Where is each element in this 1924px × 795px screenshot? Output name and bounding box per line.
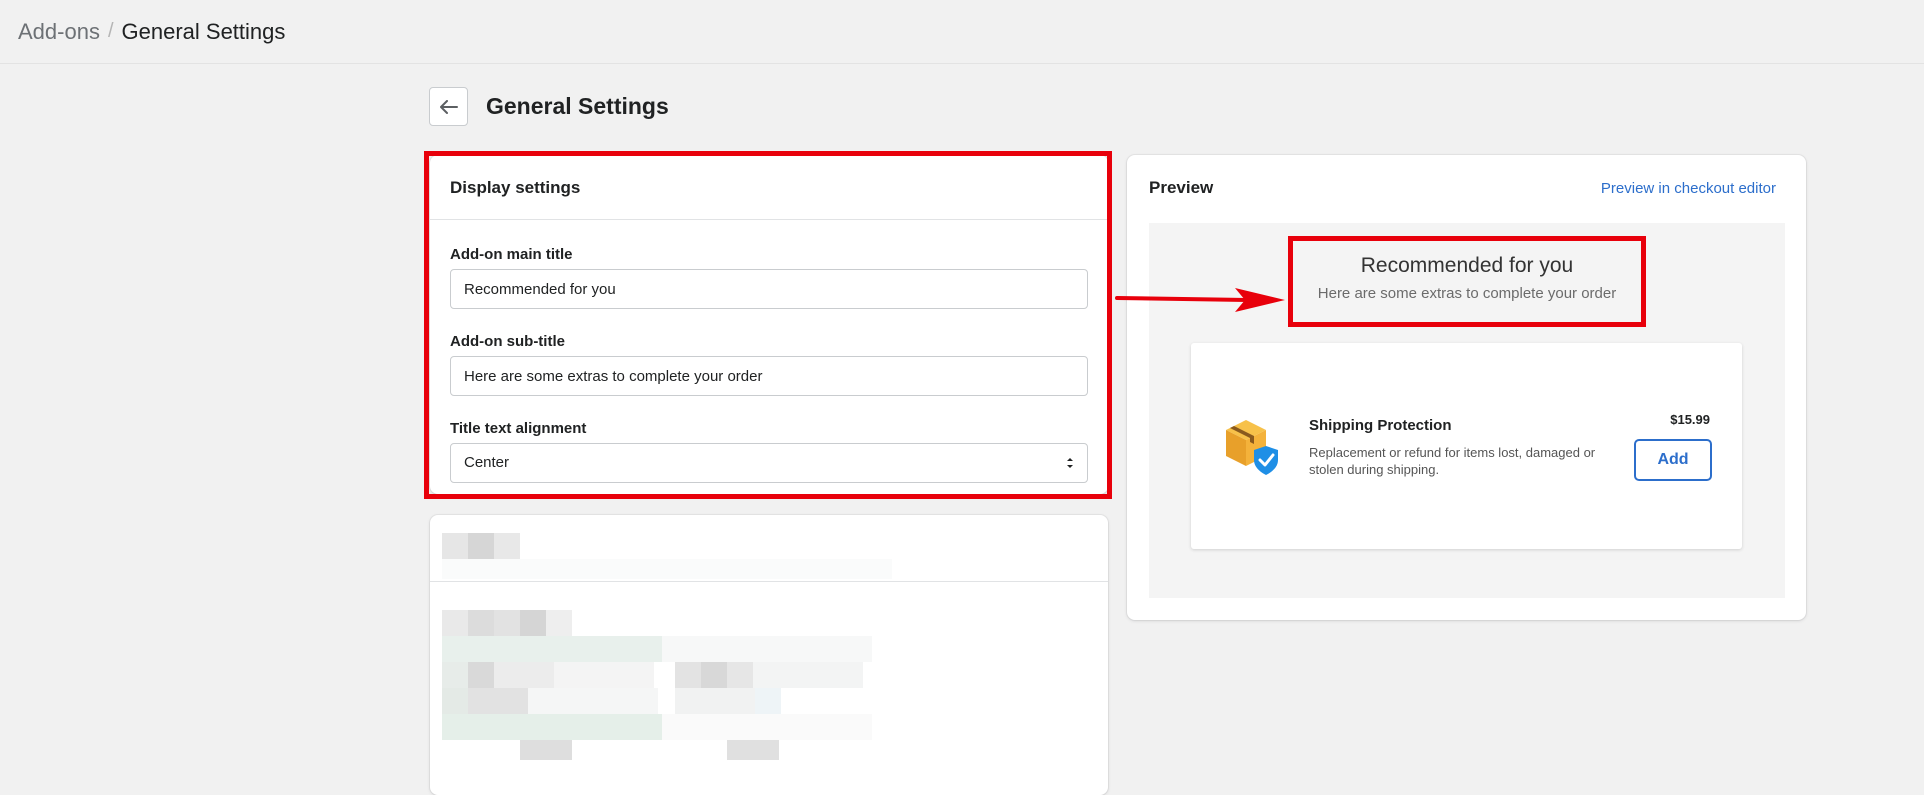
package-shield-icon	[1226, 420, 1278, 475]
page-title: General Settings	[486, 93, 669, 119]
alignment-label: Title text alignment	[450, 420, 587, 437]
main-title-label: Add-on main title	[450, 246, 573, 263]
back-button[interactable]	[429, 87, 468, 126]
alignment-selected-value: Center	[464, 454, 510, 471]
product-price: $15.99	[1670, 412, 1710, 427]
annotation-arrow-icon	[1115, 288, 1285, 312]
alignment-select[interactable]: Center	[450, 443, 1088, 483]
display-settings-heading: Display settings	[450, 178, 581, 197]
sub-title-field: Add-on sub-title	[430, 333, 1108, 396]
product-name: Shipping Protection	[1309, 417, 1452, 434]
breadcrumb-addons-link[interactable]: Add-ons	[18, 19, 100, 45]
breadcrumb: Add-ons / General Settings	[0, 0, 1924, 64]
add-product-button[interactable]: Add	[1634, 439, 1712, 481]
sub-title-input[interactable]	[450, 356, 1088, 396]
preview-heading: Preview	[1149, 178, 1214, 197]
redacted-settings-card	[430, 515, 1108, 795]
card-divider	[430, 219, 1108, 220]
alignment-field: Title text alignment Center	[430, 420, 1108, 483]
sub-title-label: Add-on sub-title	[450, 333, 565, 350]
breadcrumb-separator: /	[107, 20, 114, 42]
product-description: Replacement or refund for items lost, da…	[1309, 445, 1596, 477]
select-chevrons-icon	[1067, 458, 1073, 468]
preview-card: Preview Preview in checkout editor Recom…	[1127, 155, 1806, 620]
breadcrumb-current: General Settings	[121, 18, 286, 44]
checkout-preview-area: Recommended for you Here are some extras…	[1149, 223, 1785, 598]
product-card: Shipping Protection Replacement or refun…	[1191, 343, 1742, 549]
display-settings-card: Display settings Add-on main title Add-o…	[430, 155, 1108, 494]
main-title-input[interactable]	[450, 269, 1088, 309]
preview-in-editor-link[interactable]: Preview in checkout editor	[1601, 180, 1776, 197]
main-title-field: Add-on main title	[430, 246, 1108, 309]
arrow-left-icon	[439, 99, 458, 114]
preview-title: Recommended for you	[1360, 254, 1574, 277]
